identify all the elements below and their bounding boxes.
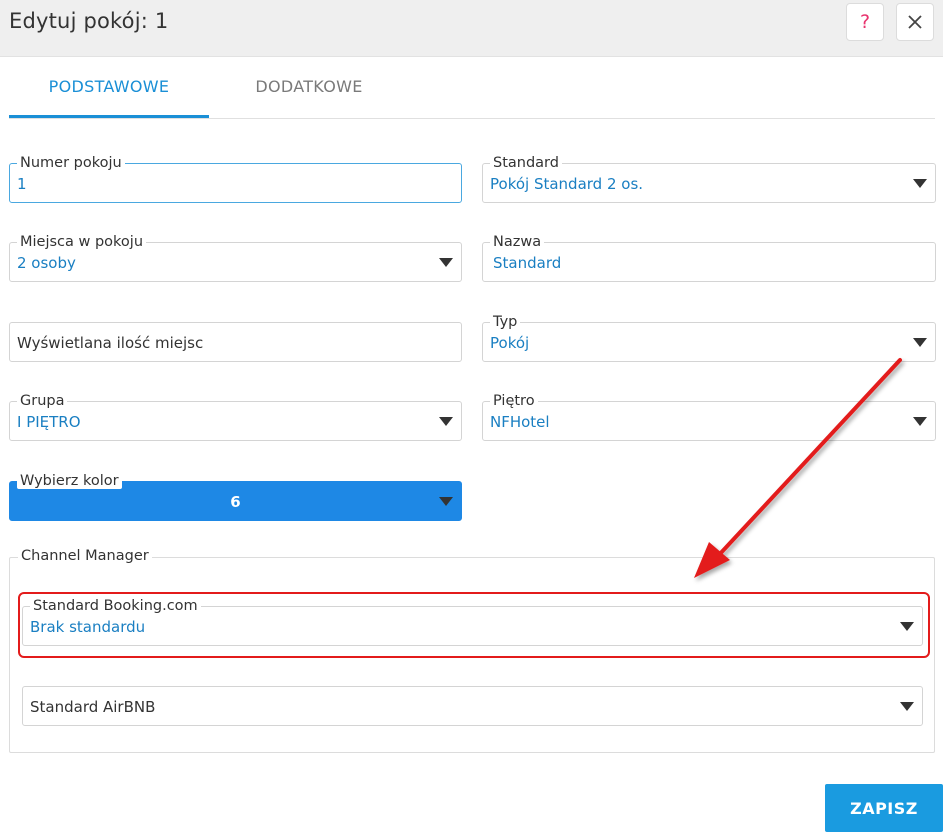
floor-select[interactable]: Piętro NFHotel <box>482 393 936 441</box>
tab-dodatkowe[interactable]: DODATKOWE <box>209 56 409 116</box>
chevron-down-icon <box>900 702 914 711</box>
help-button[interactable]: ? <box>846 3 884 41</box>
standard-label: Standard <box>490 155 562 171</box>
standard-value: Pokój Standard 2 os. <box>490 175 644 193</box>
name-label: Nazwa <box>490 234 545 250</box>
dialog-title: Edytuj pokój: 1 <box>9 9 169 33</box>
beds-select[interactable]: Miejsca w pokoju 2 osoby <box>9 234 462 282</box>
tab-bar: PODSTAWOWE DODATKOWE <box>9 56 935 119</box>
type-label: Typ <box>490 314 521 330</box>
chevron-down-icon <box>913 417 927 426</box>
name-value: Standard <box>493 254 562 272</box>
group-select[interactable]: Grupa I PIĘTRO <box>9 393 462 441</box>
type-value: Pokój <box>490 334 530 352</box>
close-button[interactable] <box>896 3 934 41</box>
chevron-down-icon <box>439 417 453 426</box>
save-button[interactable]: ZAPISZ <box>825 784 943 832</box>
help-icon: ? <box>859 11 871 33</box>
floor-value: NFHotel <box>490 413 550 431</box>
color-value: 6 <box>230 493 241 511</box>
chevron-down-icon <box>439 258 453 267</box>
dialog-header: Edytuj pokój: 1 ? <box>0 0 943 57</box>
color-label: Wybierz kolor <box>17 473 122 489</box>
room-number-field[interactable]: Numer pokoju 1 <box>9 155 462 203</box>
floor-label: Piętro <box>490 393 538 409</box>
airbnb-standard-select[interactable]: Standard AirBNB <box>22 686 923 726</box>
annotation-highlight-box <box>18 592 930 658</box>
color-select[interactable]: Wybierz kolor 6 <box>9 473 462 521</box>
chevron-down-icon <box>913 338 927 347</box>
beds-label: Miejsca w pokoju <box>17 234 147 250</box>
close-icon <box>908 15 922 29</box>
standard-select[interactable]: Standard Pokój Standard 2 os. <box>482 155 936 203</box>
type-select[interactable]: Typ Pokój <box>482 314 936 362</box>
tab-podstawowe[interactable]: PODSTAWOWE <box>9 56 209 118</box>
beds-value: 2 osoby <box>17 254 76 272</box>
airbnb-standard-placeholder: Standard AirBNB <box>30 698 156 716</box>
displayed-beds-placeholder: Wyświetlana ilość miejsc <box>17 334 204 352</box>
room-number-label: Numer pokoju <box>17 155 125 171</box>
displayed-beds-field[interactable]: Wyświetlana ilość miejsc <box>9 322 462 362</box>
channel-manager-legend: Channel Manager <box>18 548 152 564</box>
chevron-down-icon <box>913 179 927 188</box>
group-label: Grupa <box>17 393 68 409</box>
room-number-value: 1 <box>17 175 27 193</box>
name-field[interactable]: Nazwa Standard <box>482 234 936 282</box>
group-value: I PIĘTRO <box>17 413 81 431</box>
chevron-down-icon <box>439 497 453 506</box>
